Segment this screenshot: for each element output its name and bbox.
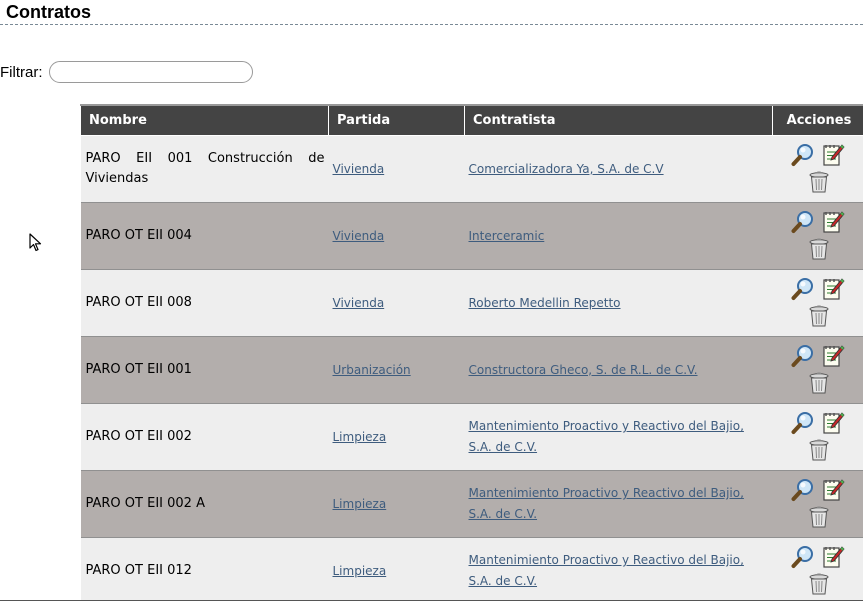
contratista-link[interactable]: Comercializadora Ya, S.A. de C.V bbox=[469, 162, 664, 176]
edit-notepad-icon[interactable] bbox=[821, 411, 845, 435]
mouse-pointer-icon bbox=[29, 233, 42, 253]
table-row: PARO EII 001 Construcción de Viviendas V… bbox=[81, 136, 863, 203]
partida-link[interactable]: Limpieza bbox=[333, 564, 387, 578]
contracts-table: Nombre Partida Contratista Acciones PARO… bbox=[80, 104, 863, 604]
magnifier-icon[interactable] bbox=[791, 344, 815, 368]
contratista-link[interactable]: Interceramic bbox=[469, 229, 545, 243]
cell-acciones bbox=[773, 404, 863, 471]
cell-contratista: Mantenimiento Proactivo y Reactivo del B… bbox=[465, 538, 773, 605]
cell-nombre: PARO EII 001 Construcción de Viviendas bbox=[81, 136, 329, 203]
cell-nombre: PARO OT EII 002 bbox=[81, 404, 329, 471]
partida-link[interactable]: Urbanización bbox=[333, 363, 411, 377]
cell-acciones bbox=[773, 136, 863, 203]
contratista-link[interactable]: Constructora Gheco, S. de R.L. de C.V. bbox=[469, 363, 698, 377]
column-header-nombre[interactable]: Nombre bbox=[81, 105, 329, 136]
trash-can-icon[interactable] bbox=[807, 371, 831, 395]
cell-partida: Urbanización bbox=[329, 337, 465, 404]
cell-contratista: Interceramic bbox=[465, 203, 773, 270]
column-header-partida[interactable]: Partida bbox=[329, 105, 465, 136]
table-row: PARO OT EII 001 Urbanización Constructor… bbox=[81, 337, 863, 404]
trash-can-icon[interactable] bbox=[807, 304, 831, 328]
contratista-link[interactable]: Mantenimiento Proactivo y Reactivo del B… bbox=[469, 486, 744, 521]
cell-acciones bbox=[773, 270, 863, 337]
edit-notepad-icon[interactable] bbox=[821, 143, 845, 167]
contracts-table-container: Nombre Partida Contratista Acciones PARO… bbox=[80, 104, 863, 604]
table-row: PARO OT EII 012 Limpieza Mantenimiento P… bbox=[81, 538, 863, 605]
table-row: PARO OT EII 004 Vivienda Interceramic bbox=[81, 203, 863, 270]
magnifier-icon[interactable] bbox=[791, 277, 815, 301]
edit-notepad-icon[interactable] bbox=[821, 277, 845, 301]
cell-acciones bbox=[773, 471, 863, 538]
column-header-acciones: Acciones bbox=[773, 105, 863, 136]
cell-nombre: PARO OT EII 001 bbox=[81, 337, 329, 404]
magnifier-icon[interactable] bbox=[791, 545, 815, 569]
trash-can-icon[interactable] bbox=[807, 170, 831, 194]
bottom-edge bbox=[0, 600, 863, 605]
partida-link[interactable]: Vivienda bbox=[333, 229, 385, 243]
table-row: PARO OT EII 002 Limpieza Mantenimiento P… bbox=[81, 404, 863, 471]
page-header: Contratos bbox=[0, 0, 863, 25]
table-row: PARO OT EII 002 A Limpieza Mantenimiento… bbox=[81, 471, 863, 538]
edit-notepad-icon[interactable] bbox=[821, 545, 845, 569]
cell-partida: Limpieza bbox=[329, 404, 465, 471]
edit-notepad-icon[interactable] bbox=[821, 344, 845, 368]
cell-acciones bbox=[773, 203, 863, 270]
cell-nombre: PARO OT EII 008 bbox=[81, 270, 329, 337]
cell-contratista: Comercializadora Ya, S.A. de C.V bbox=[465, 136, 773, 203]
magnifier-icon[interactable] bbox=[791, 411, 815, 435]
trash-can-icon[interactable] bbox=[807, 505, 831, 529]
cell-acciones bbox=[773, 337, 863, 404]
cell-contratista: Constructora Gheco, S. de R.L. de C.V. bbox=[465, 337, 773, 404]
partida-link[interactable]: Limpieza bbox=[333, 497, 387, 511]
contratista-link[interactable]: Mantenimiento Proactivo y Reactivo del B… bbox=[469, 419, 744, 454]
column-header-contratista[interactable]: Contratista bbox=[465, 105, 773, 136]
table-row: PARO OT EII 008 Vivienda Roberto Medelli… bbox=[81, 270, 863, 337]
cell-nombre: PARO OT EII 004 bbox=[81, 203, 329, 270]
cell-partida: Limpieza bbox=[329, 471, 465, 538]
cell-contratista: Mantenimiento Proactivo y Reactivo del B… bbox=[465, 404, 773, 471]
contratista-link[interactable]: Roberto Medellin Repetto bbox=[469, 296, 621, 310]
partida-link[interactable]: Vivienda bbox=[333, 162, 385, 176]
trash-can-icon[interactable] bbox=[807, 237, 831, 261]
partida-link[interactable]: Limpieza bbox=[333, 430, 387, 444]
edit-notepad-icon[interactable] bbox=[821, 478, 845, 502]
cell-contratista: Mantenimiento Proactivo y Reactivo del B… bbox=[465, 471, 773, 538]
cell-nombre: PARO OT EII 012 bbox=[81, 538, 329, 605]
trash-can-icon[interactable] bbox=[807, 438, 831, 462]
cell-partida: Limpieza bbox=[329, 538, 465, 605]
filter-input[interactable] bbox=[49, 61, 253, 83]
cell-partida: Vivienda bbox=[329, 203, 465, 270]
partida-link[interactable]: Vivienda bbox=[333, 296, 385, 310]
filter-label: Filtrar: bbox=[0, 64, 43, 81]
contratista-link[interactable]: Mantenimiento Proactivo y Reactivo del B… bbox=[469, 553, 744, 588]
cell-contratista: Roberto Medellin Repetto bbox=[465, 270, 773, 337]
cell-acciones bbox=[773, 538, 863, 605]
magnifier-icon[interactable] bbox=[791, 143, 815, 167]
cell-nombre: PARO OT EII 002 A bbox=[81, 471, 329, 538]
cell-partida: Vivienda bbox=[329, 136, 465, 203]
magnifier-icon[interactable] bbox=[791, 210, 815, 234]
trash-can-icon[interactable] bbox=[807, 572, 831, 596]
edit-notepad-icon[interactable] bbox=[821, 210, 845, 234]
magnifier-icon[interactable] bbox=[791, 478, 815, 502]
table-header-row: Nombre Partida Contratista Acciones bbox=[81, 105, 863, 136]
cell-partida: Vivienda bbox=[329, 270, 465, 337]
page-title: Contratos bbox=[6, 2, 91, 23]
